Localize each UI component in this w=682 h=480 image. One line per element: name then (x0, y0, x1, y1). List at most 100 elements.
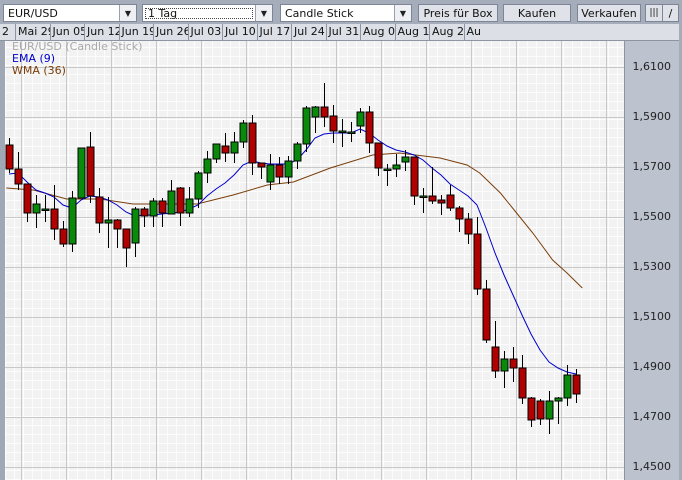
chart-type-value: Candle Stick (285, 6, 354, 20)
candle-down (50, 208, 59, 230)
price-label: 1,6100 (632, 60, 672, 73)
date-label: Jul 03 (187, 24, 223, 40)
candle-down (491, 346, 500, 372)
price-label: 1,4500 (632, 460, 672, 473)
candle-down (23, 183, 32, 214)
candle-down (437, 199, 446, 204)
candle-down (14, 168, 23, 185)
candle-up (311, 106, 320, 118)
price-per-box-button[interactable]: Preis für Box (418, 4, 498, 22)
buy-button[interactable]: Kaufen (503, 4, 571, 22)
chevron-down-icon[interactable]: ▼ (119, 5, 136, 21)
date-label: Aug 14 (394, 24, 429, 40)
symbol-select[interactable]: EUR/USD ▼ (3, 4, 137, 22)
candle-down (59, 228, 68, 245)
candle-down (410, 156, 419, 197)
candle-down (374, 142, 383, 169)
date-label: Aug 21 (429, 24, 464, 40)
candlestick-chart (5, 41, 624, 480)
date-label: Jun 19 (118, 24, 153, 40)
candle-down (248, 122, 257, 164)
candle-down (122, 228, 131, 249)
candle-up (338, 130, 347, 133)
symbol-value: EUR/USD (8, 6, 58, 20)
interval-value: 1 Tag (144, 7, 254, 20)
date-label: Jun 26 (153, 24, 188, 40)
candle-up (167, 190, 176, 215)
bar-chart-tool-icon[interactable]: ||| (645, 4, 663, 22)
chart-area[interactable]: EUR/USD (Candle Stick) EMA (9) WMA (36) (5, 40, 624, 480)
price-label: 1,4700 (632, 410, 672, 423)
candle-up (203, 158, 212, 174)
candle-up (149, 200, 158, 217)
candle-down (455, 207, 464, 220)
interval-select[interactable]: 1 Tag ▼ (142, 4, 273, 22)
date-label: Jul 17 (256, 24, 292, 40)
candle-up (347, 131, 356, 134)
candle-down (176, 187, 185, 214)
date-label: Jun 05 (49, 24, 84, 40)
candle-down (113, 219, 122, 230)
chevron-down-icon[interactable]: ▼ (394, 5, 411, 21)
candle-down (95, 196, 104, 224)
candle-down (365, 111, 374, 144)
draw-line-tool-icon[interactable]: / (662, 4, 679, 22)
date-axis: 2Mai 29Jun 05Jun 12Jun 19Jun 26Jul 03Jul… (0, 24, 679, 41)
date-label: Jul 24 (291, 24, 326, 40)
price-axis: 1,6100 1,5900 1,5700 1,5500 1,5300 1,5100 1,49… (624, 41, 679, 480)
date-label: Jul 10 (222, 24, 257, 40)
candle-down (518, 367, 527, 399)
candle-up (131, 208, 140, 244)
candle-up (32, 203, 41, 214)
price-label: 1,5300 (632, 260, 672, 273)
candle-up (266, 164, 275, 183)
price-label: 1,5500 (632, 210, 672, 223)
candle-down (257, 162, 266, 168)
candle-up (419, 195, 428, 198)
candle-up (212, 143, 221, 160)
candle-down (572, 374, 581, 395)
candle-down (509, 358, 518, 369)
candle-up (383, 168, 392, 171)
price-label: 1,5100 (632, 310, 672, 323)
candle-down (140, 208, 149, 217)
chart-type-select[interactable]: Candle Stick ▼ (280, 4, 412, 22)
candle-up (563, 374, 572, 399)
candle-up (302, 107, 311, 145)
candle-up (194, 172, 203, 200)
candle-down (536, 400, 545, 420)
candle-down (86, 146, 95, 197)
candle-down (158, 200, 167, 214)
candle-down (446, 194, 455, 209)
chevron-down-icon[interactable]: ▼ (255, 5, 272, 21)
date-label: 2 (2, 25, 9, 38)
candle-up (500, 358, 509, 372)
candle-down (320, 106, 329, 118)
legend-wma: WMA (36) (12, 64, 66, 77)
candle-down (275, 164, 284, 178)
sell-button[interactable]: Verkaufen (577, 4, 641, 22)
candle-down (5, 144, 14, 170)
candle-down (482, 288, 491, 341)
date-label: Jun 12 (84, 24, 119, 40)
candle-down (527, 397, 536, 421)
candle-up (284, 160, 293, 178)
date-label: Mai 29 (15, 24, 50, 40)
candle-down (221, 145, 230, 154)
candle-down (473, 233, 482, 290)
candle-up (230, 141, 239, 154)
candle-up (545, 400, 554, 420)
candle-up (554, 397, 563, 402)
candle-up (293, 143, 302, 162)
candle-down (329, 115, 338, 132)
price-label: 1,4900 (632, 360, 672, 373)
candle-up (41, 208, 50, 211)
candle-up (392, 164, 401, 170)
candle-down (428, 195, 437, 202)
candle-up (77, 147, 86, 199)
candle-up (401, 156, 410, 163)
candle-up (68, 197, 77, 245)
date-label: Aug 07 (360, 24, 395, 40)
candle-up (239, 122, 248, 143)
date-label: Au (463, 24, 625, 40)
